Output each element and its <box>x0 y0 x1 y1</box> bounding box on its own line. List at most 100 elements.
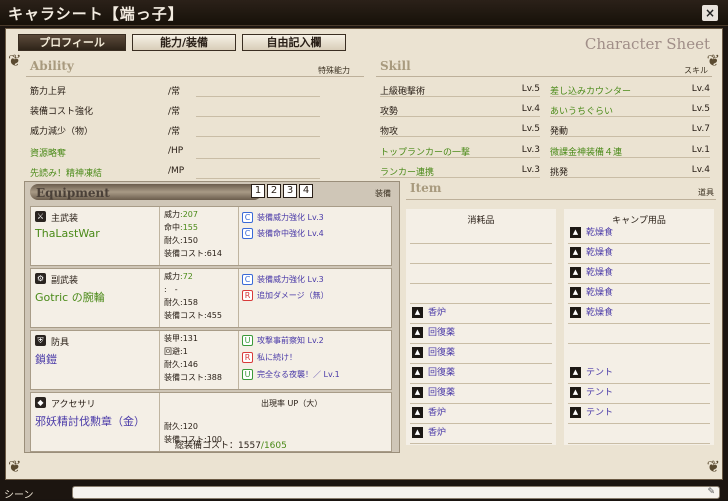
equipment-subtitle: 装備 <box>375 189 391 198</box>
skill-underline <box>550 157 710 158</box>
item-row[interactable]: ▲ テント <box>570 365 613 378</box>
item-icon: ▲ <box>412 427 423 438</box>
slot-label: 副武装 <box>51 276 79 286</box>
ability-title: Ability <box>30 59 74 73</box>
skill-row[interactable]: 上級砲撃術 Lv.5 <box>380 81 540 100</box>
tab-abilities-equipment[interactable]: 能力/装備 <box>132 34 236 51</box>
rarity-badge-icon: C <box>242 274 253 285</box>
ability-row[interactable]: 資源略奪 /HP <box>30 143 320 163</box>
item-icon: ▲ <box>570 307 581 318</box>
ability-row[interactable]: 先読み！精神凍結 /MP <box>30 163 320 183</box>
rarity-badge-icon: C <box>242 228 253 239</box>
window-title: キャラシート【端っ子】 <box>8 5 184 23</box>
camp-supplies-column: キャンプ用品 ▲ 乾燥食 ▲ 乾燥食 ▲ 乾燥食 ▲ 乾燥食 ▲ 乾燥食 ▲ テント ▲ テン… <box>564 209 714 445</box>
equip-ability: C 装備威力強化 Lv.3 <box>242 274 324 285</box>
stat-line: 装甲:131 <box>164 334 198 343</box>
item-icon: ▲ <box>570 387 581 398</box>
skill-underline <box>550 116 710 117</box>
equipment-panel: Equipment 1 2 3 4 装備 ⚔ 主武装 ThaLastWar 威力… <box>24 181 400 453</box>
skill-row[interactable]: あいうちぐらい Lv.5 <box>550 101 710 120</box>
close-button[interactable]: × <box>702 5 718 21</box>
stat-line: 装備コスト:614 <box>164 249 222 258</box>
equip-ability: C 装備命中強化 Lv.4 <box>242 228 324 239</box>
equipment-name: Gotric の腕輪 <box>35 291 105 304</box>
ability-unit: /MP <box>168 166 185 176</box>
skill-row[interactable]: ランカー連携 Lv.3 <box>380 162 540 181</box>
item-row[interactable]: ▲ 乾燥食 <box>570 285 613 298</box>
skill-row[interactable]: 攻勢 Lv.4 <box>380 101 540 120</box>
ability-underline <box>196 178 320 179</box>
equipment-page-3[interactable]: 3 <box>283 184 297 198</box>
item-row[interactable]: ▲ 回復薬 <box>412 345 455 358</box>
character-sheet-window: キャラシート【端っ子】 × プロフィール 能力/装備 自由記入欄 Charact… <box>0 0 728 501</box>
slot-label: 主武装 <box>51 214 79 224</box>
stat-line: : - <box>164 285 178 294</box>
item-row[interactable]: ▲ 乾燥食 <box>570 305 613 318</box>
tab-free-notes[interactable]: 自由記入欄 <box>242 34 346 51</box>
skill-underline <box>550 136 710 137</box>
item-row[interactable]: ▲ 回復薬 <box>412 385 455 398</box>
skill-row[interactable]: 微課金神装備４連 Lv.1 <box>550 142 710 161</box>
pen-icon: ✎ <box>707 487 715 497</box>
title-bar[interactable]: キャラシート【端っ子】 × <box>0 0 728 26</box>
skill-row[interactable]: 発動 Lv.7 <box>550 121 710 140</box>
skill-row[interactable]: トップランカーの一撃 Lv.3 <box>380 142 540 161</box>
main-weapon-card[interactable]: ⚔ 主武装 ThaLastWar 威力:207 命中:155 耐久:150 装備… <box>30 206 392 266</box>
skill-underline <box>380 96 540 97</box>
item-row[interactable]: ▲ 乾燥食 <box>570 225 613 238</box>
skill-underline <box>380 116 540 117</box>
ability-row[interactable]: 筋力上昇 /常 <box>30 81 320 101</box>
equip-ability: C 装備威力強化 Lv.3 <box>242 212 324 223</box>
item-title: Item <box>410 181 442 195</box>
sheet-title: Character Sheet <box>584 35 710 53</box>
item-icon: ▲ <box>412 367 423 378</box>
skill-row[interactable]: 差し込みカウンター Lv.4 <box>550 81 710 100</box>
skill-row[interactable]: 物攻 Lv.5 <box>380 121 540 140</box>
skill-title: Skill <box>380 59 411 73</box>
equipment-page-1[interactable]: 1 <box>251 184 265 198</box>
item-row[interactable]: ▲ 乾燥食 <box>570 245 613 258</box>
item-row[interactable]: ▲ 回復薬 <box>412 325 455 338</box>
item-row[interactable]: ▲ 乾燥食 <box>570 265 613 278</box>
skill-level: Lv.7 <box>691 124 710 134</box>
ability-row[interactable]: 威力減少（物） /常 <box>30 121 320 141</box>
stat-line: 耐久:158 <box>164 298 198 307</box>
command-input[interactable]: ✎ <box>72 486 720 499</box>
ability-name: 先読み！精神凍結 <box>30 169 103 179</box>
skill-underline <box>550 96 710 97</box>
ability-underline <box>196 116 320 117</box>
stat-line: 命中:155 <box>164 223 198 232</box>
armor-card[interactable]: ⛨ 防具 鎖鎧 装甲:131 回避:1 耐久:146 装備コスト:388 U 攻撃… <box>30 330 392 390</box>
ability-underline <box>196 158 320 159</box>
item-icon: ▲ <box>412 327 423 338</box>
skill-row[interactable]: 挑発 Lv.4 <box>550 162 710 181</box>
item-icon: ▲ <box>412 307 423 318</box>
item-rule <box>406 199 716 200</box>
skill-level: Lv.3 <box>521 145 540 155</box>
item-icon: ▲ <box>570 247 581 258</box>
item-row[interactable]: ▲ 香炉 <box>412 405 446 418</box>
item-row[interactable]: ▲ テント <box>570 405 613 418</box>
item-row[interactable]: ▲ 香炉 <box>412 425 446 438</box>
item-row[interactable]: ▲ 回復薬 <box>412 365 455 378</box>
slot-label: 防具 <box>51 338 70 348</box>
equipment-page-2[interactable]: 2 <box>267 184 281 198</box>
skill-level: Lv.4 <box>691 165 710 175</box>
ability-name: 資源略奪 <box>30 149 67 159</box>
sub-weapon-card[interactable]: ⚙ 副武装 Gotric の腕輪 威力:72 : - 耐久:158 装備コスト:… <box>30 268 392 328</box>
ability-row[interactable]: 装備コスト強化 /常 <box>30 101 320 121</box>
item-icon: ▲ <box>412 347 423 358</box>
total-equip-cost: 総装備コスト：1557/1605 <box>175 441 287 451</box>
equip-ability: U 完全なる夜襲！／ Lv.1 <box>242 369 340 380</box>
ability-unit: /常 <box>168 107 181 117</box>
item-row[interactable]: ▲ 香炉 <box>412 305 446 318</box>
tab-profile[interactable]: プロフィール <box>18 34 126 51</box>
equip-ability: R 追加ダメージ（無） <box>242 290 329 301</box>
ability-subtitle: 特殊能力 <box>318 66 350 75</box>
equipment-page-4[interactable]: 4 <box>299 184 313 198</box>
armor-icon: ⛨ <box>35 335 46 346</box>
rarity-badge-icon: C <box>242 212 253 223</box>
skill-underline <box>380 177 540 178</box>
item-row[interactable]: ▲ テント <box>570 385 613 398</box>
slot-label: アクセサリ <box>51 400 96 410</box>
